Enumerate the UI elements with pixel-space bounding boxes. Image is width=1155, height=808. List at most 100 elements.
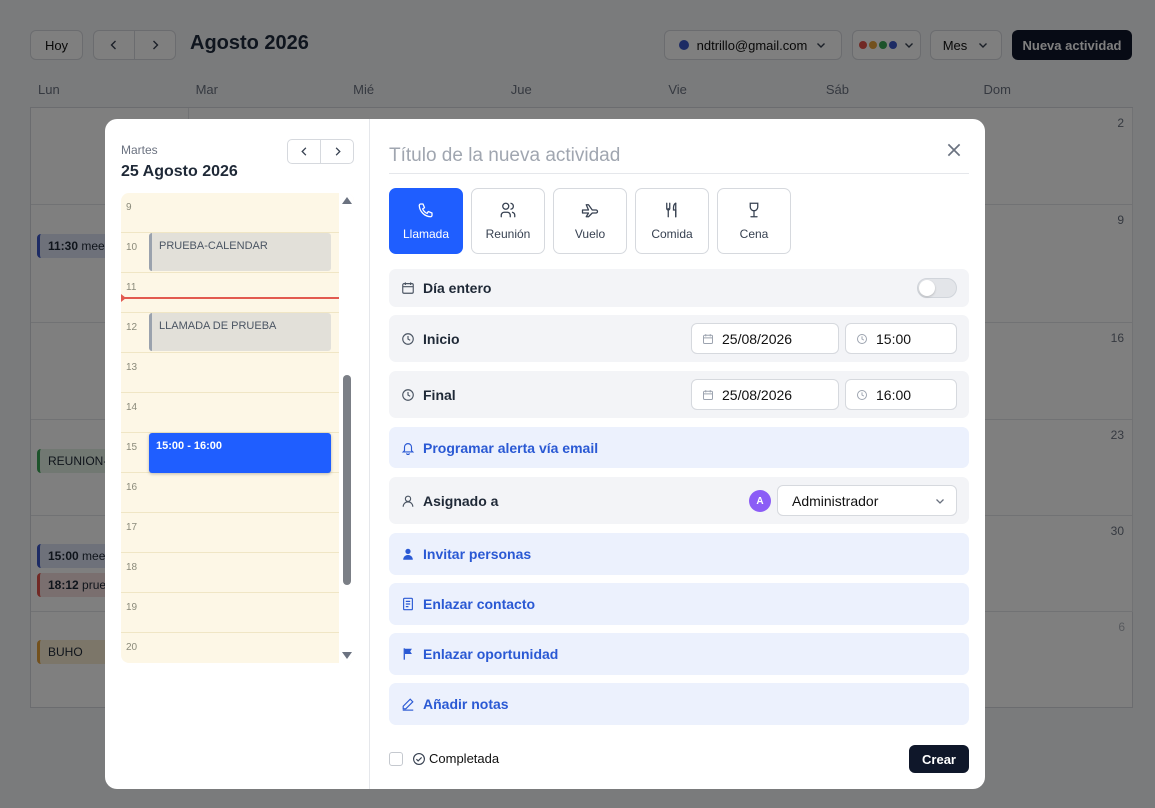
end-time-value: 16:00 bbox=[876, 386, 912, 403]
type-cena[interactable]: Cena bbox=[717, 188, 791, 254]
new-activity-modal: Martes 25 Agosto 2026 9 10 11 12 13 14 1… bbox=[105, 119, 985, 789]
check-circle-icon bbox=[413, 753, 425, 765]
link-contact-button[interactable]: Enlazar contacto bbox=[389, 583, 969, 625]
scrollbar-thumb[interactable] bbox=[343, 375, 351, 585]
end-time-field[interactable]: 16:00 bbox=[845, 379, 957, 410]
timeline-event[interactable]: LLAMADA DE PRUEBA bbox=[149, 313, 331, 351]
assigned-row: Asignado a A Administrador bbox=[389, 477, 969, 524]
next-day-button[interactable] bbox=[321, 140, 353, 163]
email-alert-button[interactable]: Programar alerta vía email bbox=[389, 427, 969, 468]
all-day-toggle[interactable] bbox=[917, 278, 957, 298]
activity-form: Llamada Reunión Vuelo Comida Cena Día en bbox=[389, 119, 969, 789]
activity-type-selector: Llamada Reunión Vuelo Comida Cena bbox=[389, 188, 791, 254]
chevron-down-icon bbox=[936, 499, 944, 504]
chevron-left-icon bbox=[300, 147, 306, 156]
hour-label: 17 bbox=[126, 522, 138, 533]
completed-checkbox[interactable] bbox=[389, 752, 403, 766]
type-label: Reunión bbox=[485, 227, 531, 241]
end-date-value: 25/08/2026 bbox=[722, 386, 793, 403]
end-label: Final bbox=[423, 386, 456, 403]
hour-label: 14 bbox=[126, 402, 138, 413]
create-button[interactable]: Crear bbox=[909, 745, 969, 773]
hour-slot[interactable]: 13 bbox=[121, 353, 339, 393]
type-vuelo[interactable]: Vuelo bbox=[553, 188, 627, 254]
clock-icon bbox=[401, 332, 415, 346]
start-time-field[interactable]: 15:00 bbox=[845, 323, 957, 354]
hour-label: 15 bbox=[126, 442, 138, 453]
add-notes-button[interactable]: Añadir notas bbox=[389, 683, 969, 725]
hour-label: 11 bbox=[126, 282, 137, 293]
calendar-icon bbox=[703, 389, 713, 400]
hour-slot[interactable]: 19 bbox=[121, 593, 339, 633]
timeline-scrollbar[interactable] bbox=[339, 193, 354, 663]
start-label: Inicio bbox=[423, 330, 460, 347]
end-date-field[interactable]: 25/08/2026 bbox=[691, 379, 839, 410]
hour-slot[interactable]: 16 bbox=[121, 473, 339, 513]
hour-slot[interactable]: 14 bbox=[121, 393, 339, 433]
hour-label: 18 bbox=[126, 562, 138, 573]
current-time-line bbox=[121, 297, 339, 299]
link-opportunity-label: Enlazar oportunidad bbox=[423, 646, 559, 662]
day-timeline[interactable]: 9 10 11 12 13 14 15 16 17 18 19 20 PRUEB… bbox=[121, 193, 354, 663]
end-row: Final 25/08/2026 16:00 bbox=[389, 371, 969, 418]
type-comida[interactable]: Comida bbox=[635, 188, 709, 254]
prev-day-button[interactable] bbox=[288, 140, 321, 163]
hour-label: 19 bbox=[126, 602, 138, 613]
type-label: Vuelo bbox=[574, 227, 606, 241]
users-icon bbox=[500, 202, 516, 218]
type-label: Cena bbox=[739, 227, 769, 241]
hour-slot[interactable]: 20 bbox=[121, 633, 339, 663]
day-nav bbox=[287, 139, 354, 164]
hour-label: 13 bbox=[126, 362, 138, 373]
avatar: A bbox=[749, 490, 771, 512]
user-filled-icon bbox=[401, 547, 415, 561]
assigned-select[interactable]: Administrador bbox=[777, 485, 957, 516]
close-icon[interactable] bbox=[945, 141, 963, 159]
all-day-row: Día entero bbox=[389, 269, 969, 307]
day-panel: Martes 25 Agosto 2026 9 10 11 12 13 14 1… bbox=[105, 119, 370, 789]
link-opportunity-button[interactable]: Enlazar oportunidad bbox=[389, 633, 969, 675]
hour-label: 16 bbox=[126, 482, 138, 493]
add-notes-label: Añadir notas bbox=[423, 696, 509, 712]
calendar-icon bbox=[401, 281, 415, 295]
bell-icon bbox=[401, 441, 415, 455]
type-reunion[interactable]: Reunión bbox=[471, 188, 545, 254]
clock-icon bbox=[401, 388, 415, 402]
hour-label: 9 bbox=[126, 202, 132, 213]
plane-icon bbox=[581, 204, 599, 218]
invite-people-button[interactable]: Invitar personas bbox=[389, 533, 969, 575]
scroll-up-arrow-icon[interactable] bbox=[342, 197, 352, 204]
timeline-event[interactable]: PRUEBA-CALENDAR bbox=[149, 233, 331, 271]
wine-glass-icon bbox=[749, 202, 759, 218]
day-name: Martes bbox=[121, 143, 158, 157]
hour-slot[interactable]: 17 bbox=[121, 513, 339, 553]
type-label: Comida bbox=[651, 227, 693, 241]
clock-icon bbox=[857, 333, 867, 344]
calendar-icon bbox=[703, 333, 713, 344]
type-llamada[interactable]: Llamada bbox=[389, 188, 463, 254]
activity-title-input[interactable] bbox=[389, 139, 969, 174]
link-contact-label: Enlazar contacto bbox=[423, 596, 536, 612]
assigned-label: Asignado a bbox=[423, 492, 499, 509]
type-label: Llamada bbox=[402, 227, 450, 241]
hour-slot[interactable]: 9 bbox=[121, 193, 339, 233]
flag-icon bbox=[401, 647, 415, 661]
utensils-icon bbox=[666, 202, 677, 218]
hour-slot[interactable]: 11 bbox=[121, 273, 339, 313]
email-alert-label: Programar alerta vía email bbox=[423, 439, 599, 456]
scroll-down-arrow-icon[interactable] bbox=[342, 652, 352, 659]
chevron-right-icon bbox=[335, 147, 341, 156]
day-date: 25 Agosto 2026 bbox=[121, 163, 238, 180]
start-date-field[interactable]: 25/08/2026 bbox=[691, 323, 839, 354]
start-row: Inicio 25/08/2026 15:00 bbox=[389, 315, 969, 362]
hour-slot[interactable]: 18 bbox=[121, 553, 339, 593]
hour-label: 20 bbox=[126, 642, 138, 653]
invite-label: Invitar personas bbox=[423, 546, 532, 562]
all-day-label: Día entero bbox=[423, 280, 492, 296]
completed-label: Completada bbox=[429, 751, 500, 766]
new-activity-slot[interactable]: 15:00 - 16:00 bbox=[149, 433, 331, 473]
start-date-value: 25/08/2026 bbox=[722, 330, 793, 347]
pencil-icon bbox=[401, 697, 415, 711]
phone-icon bbox=[418, 203, 433, 218]
start-time-value: 15:00 bbox=[876, 330, 912, 347]
